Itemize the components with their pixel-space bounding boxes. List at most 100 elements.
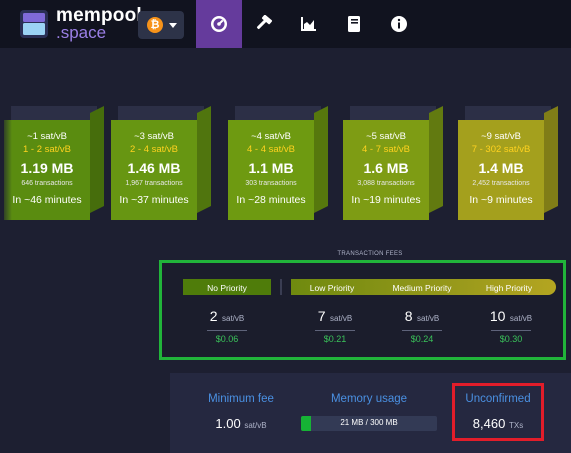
block-front-face: ~9 sat/vB 7 - 302 sat/vB 1.4 MB 2,452 tr… — [458, 120, 544, 220]
block-top-face — [465, 106, 551, 120]
blocks-fade-overlay — [0, 100, 12, 225]
block-eta: In ~19 minutes — [351, 194, 421, 206]
nav-about[interactable] — [376, 0, 422, 48]
block-eta: In ~9 minutes — [469, 194, 533, 206]
unconfirmed-label: Unconfirmed — [465, 393, 531, 405]
mempool-logo-icon[interactable] — [20, 10, 48, 38]
block-fee-range: 2 - 4 sat/vB — [129, 144, 179, 155]
minimum-fee-number: 1.00 — [215, 416, 241, 431]
fee-usd: $0.21 — [323, 334, 347, 344]
nav-graphs[interactable] — [286, 0, 332, 48]
block-size: 1.6 MB — [363, 160, 409, 176]
block-front-face: ~1 sat/vB 1 - 2 sat/vB 1.19 MB 646 trans… — [4, 120, 90, 220]
unconfirmed-value: 8,460 TXs — [454, 416, 542, 431]
block-median-fee: ~9 sat/vB — [481, 131, 521, 142]
bitcoin-icon: ₿ — [147, 17, 163, 33]
block-tx-count: 646 transactions — [21, 180, 73, 187]
block-top-face — [11, 106, 97, 120]
mempool-block[interactable]: ~9 sat/vB 7 - 302 sat/vB 1.4 MB 2,452 tr… — [458, 106, 558, 220]
block-size: 1.46 MB — [127, 160, 181, 176]
fee-unit: sat/vB — [509, 314, 533, 323]
fee-divider-line — [207, 330, 247, 331]
block-eta: In ~28 minutes — [236, 194, 306, 206]
block-median-fee: ~5 sat/vB — [366, 131, 406, 142]
minimum-fee-unit: sat/vB — [244, 421, 267, 430]
high-priority-label: High Priority — [485, 283, 533, 293]
no-priority-label: No Priority — [207, 283, 247, 293]
logo-line-2: .space — [56, 23, 107, 42]
fee-value: 8 — [404, 308, 413, 324]
unconfirmed-highlight-box — [452, 383, 544, 441]
low-priority-label: Low Priority — [309, 283, 355, 293]
fee-usd: $0.24 — [410, 334, 434, 344]
block-eta: In ~46 minutes — [12, 194, 82, 206]
block-side-face — [314, 106, 328, 213]
mempool-block[interactable]: ~3 sat/vB 2 - 4 sat/vB 1.46 MB 1,967 tra… — [111, 106, 211, 220]
fee-value: 2 — [209, 308, 218, 324]
block-median-fee: ~4 sat/vB — [251, 131, 291, 142]
block-tx-count: 303 transactions — [245, 180, 297, 187]
mempool-block[interactable]: ~4 sat/vB 4 - 4 sat/vB 1.1 MB 303 transa… — [228, 106, 328, 220]
block-size: 1.19 MB — [20, 160, 74, 176]
block-size: 1.1 MB — [248, 160, 294, 176]
fee-divider-line — [491, 330, 531, 331]
mempool-logo-text[interactable]: mempool .space — [56, 5, 142, 42]
fee-divider-line — [402, 330, 442, 331]
block-fee-range: 1 - 2 sat/vB — [22, 144, 72, 155]
block-top-face — [118, 106, 204, 120]
block-eta: In ~37 minutes — [119, 194, 189, 206]
medium-priority-label: Medium Priority — [392, 283, 452, 293]
block-top-face — [350, 106, 436, 120]
block-top-face — [235, 106, 321, 120]
caret-down-icon — [169, 23, 177, 28]
block-side-face — [429, 106, 443, 213]
nav-docs[interactable] — [331, 0, 377, 48]
block-tx-count: 3,088 transactions — [357, 180, 415, 187]
top-navbar: mempool .space ₿ — [0, 0, 571, 48]
nav-mining[interactable] — [241, 0, 287, 48]
dashboard-gauge-icon — [211, 16, 227, 32]
block-tx-count: 2,452 transactions — [472, 180, 530, 187]
fee-usd: $0.30 — [499, 334, 523, 344]
block-fee-range: 4 - 4 sat/vB — [246, 144, 296, 155]
minimum-fee-value: 1.00 sat/vB — [196, 416, 286, 431]
unconfirmed-unit: TXs — [508, 421, 524, 430]
memory-usage-label: Memory usage — [330, 393, 408, 405]
book-icon — [348, 16, 360, 32]
fee-unit: sat/vB — [417, 314, 440, 323]
block-front-face: ~5 sat/vB 4 - 7 sat/vB 1.6 MB 3,088 tran… — [343, 120, 429, 220]
network-selector[interactable]: ₿ — [138, 11, 184, 39]
block-median-fee: ~3 sat/vB — [134, 131, 174, 142]
block-side-face — [544, 106, 558, 213]
area-chart-icon — [301, 17, 316, 31]
block-fee-range: 4 - 7 sat/vB — [361, 144, 411, 155]
fee-value: 7 — [317, 308, 326, 324]
hammer-icon — [256, 15, 273, 30]
block-median-fee: ~1 sat/vB — [27, 131, 67, 142]
block-side-face — [197, 106, 211, 213]
fee-usd: $0.06 — [215, 334, 239, 344]
minimum-fee-label: Minimum fee — [208, 393, 274, 405]
fee-value: 10 — [489, 308, 506, 324]
fee-high-priority: 10 sat/vB $0.30 — [481, 308, 541, 344]
block-tx-count: 1,967 transactions — [125, 180, 183, 187]
block-front-face: ~4 sat/vB 4 - 4 sat/vB 1.1 MB 303 transa… — [228, 120, 314, 220]
nav-dashboard[interactable] — [196, 0, 242, 48]
fee-unit: sat/vB — [222, 314, 245, 323]
mempool-block[interactable]: ~1 sat/vB 1 - 2 sat/vB 1.19 MB 646 trans… — [4, 106, 104, 220]
unconfirmed-number: 8,460 — [472, 416, 506, 431]
block-side-face — [90, 106, 104, 213]
block-size: 1.4 MB — [478, 160, 524, 176]
fee-no-priority: 2 sat/vB $0.06 — [197, 308, 257, 344]
fee-unit: sat/vB — [330, 314, 353, 323]
logo-line-1: mempool — [56, 5, 142, 26]
transaction-fees-title: TRANSACTION FEES — [337, 251, 403, 257]
mempool-block[interactable]: ~5 sat/vB 4 - 7 sat/vB 1.6 MB 3,088 tran… — [343, 106, 443, 220]
fee-medium-priority: 8 sat/vB $0.24 — [392, 308, 452, 344]
block-front-face: ~3 sat/vB 2 - 4 sat/vB 1.46 MB 1,967 tra… — [111, 120, 197, 220]
memory-usage-text: 21 MB / 300 MB — [340, 418, 398, 427]
fee-divider-line — [315, 330, 355, 331]
block-fee-range: 7 - 302 sat/vB — [471, 144, 531, 155]
info-icon — [391, 16, 407, 32]
fee-low-priority: 7 sat/vB $0.21 — [305, 308, 365, 344]
